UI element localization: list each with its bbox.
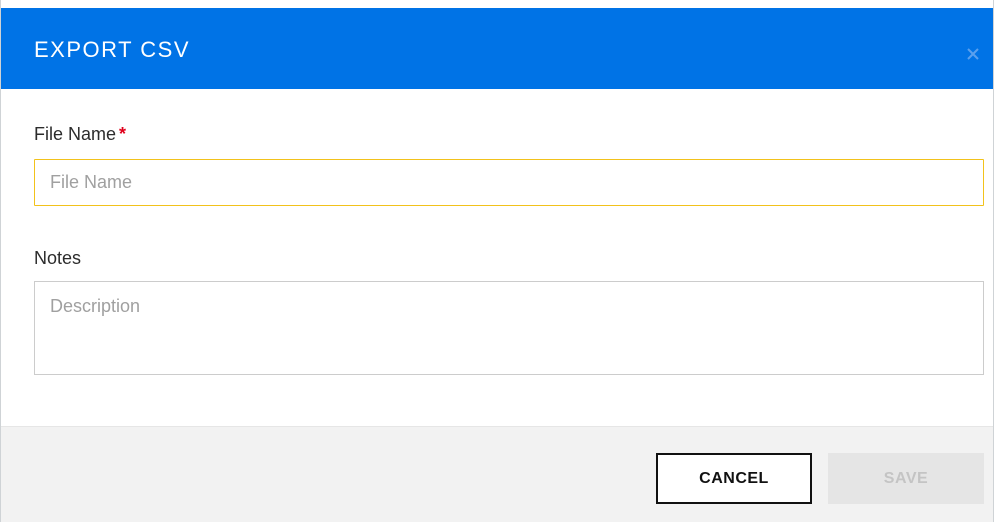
dialog-header: EXPORT CSV	[1, 8, 993, 89]
save-button[interactable]: SAVE	[828, 453, 984, 504]
file-name-label-text: File Name	[34, 124, 117, 144]
notes-label: Notes	[34, 248, 82, 268]
notes-textarea[interactable]	[34, 281, 984, 375]
dialog-footer: CANCEL SAVE	[1, 426, 993, 522]
dialog-title: EXPORT CSV	[34, 37, 191, 62]
cancel-button[interactable]: CANCEL	[656, 453, 812, 504]
file-name-label: File Name *	[34, 123, 126, 145]
close-button[interactable]	[965, 46, 981, 62]
required-marker: *	[119, 124, 127, 144]
export-csv-dialog: EXPORT CSV File Name* Notes CANCEL SAVE	[0, 0, 994, 522]
dialog-body: File Name* Notes	[1, 89, 993, 426]
close-icon	[967, 48, 979, 60]
file-name-input[interactable]	[34, 159, 984, 206]
